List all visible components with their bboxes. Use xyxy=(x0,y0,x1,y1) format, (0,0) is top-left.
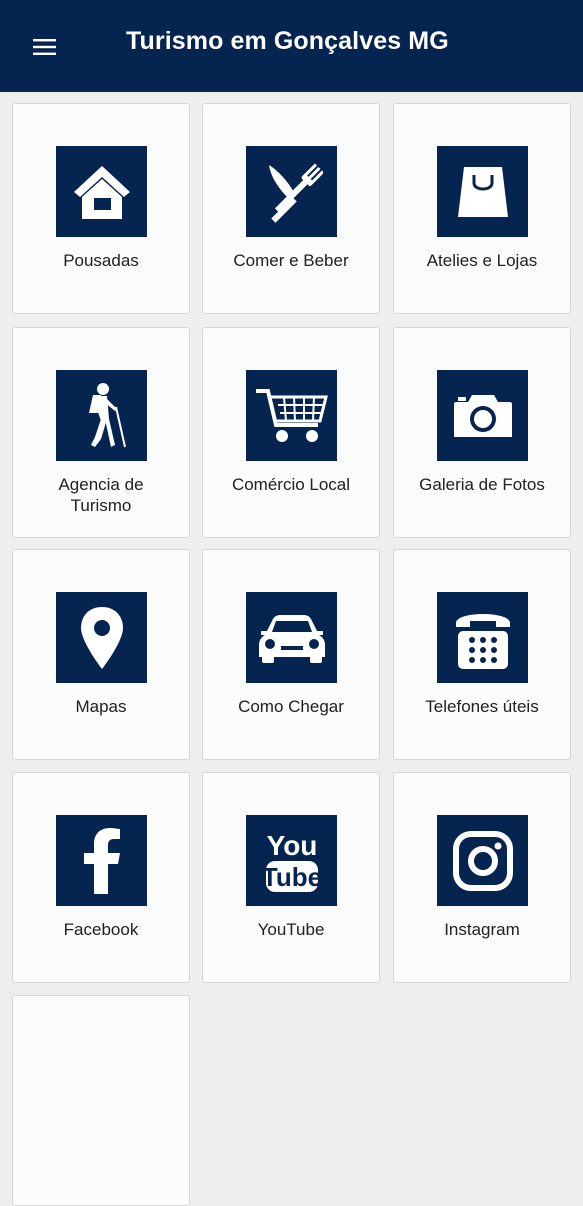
tile-comer-e-beber[interactable]: Comer e Beber xyxy=(202,103,380,314)
tile-icon-box xyxy=(246,592,337,683)
shopping-bag-icon xyxy=(457,166,508,217)
tile-icon-box xyxy=(56,370,147,461)
tile-icon-box xyxy=(437,146,528,237)
tile-label: Facebook xyxy=(63,920,139,939)
tile-label: Instagram xyxy=(444,920,520,939)
tile-label: YouTube xyxy=(257,920,325,939)
tile-atelies-e-lojas[interactable]: Atelies e Lojas xyxy=(393,103,571,314)
fork-knife-icon xyxy=(268,162,323,223)
menu-button[interactable] xyxy=(24,28,66,66)
car-icon xyxy=(258,614,325,663)
tile-label: Atelies e Lojas xyxy=(426,251,538,270)
shopping-cart-icon xyxy=(255,388,328,442)
tile-como-chegar[interactable]: Como Chegar xyxy=(202,549,380,760)
tile-comercio-local[interactable]: Comércio Local xyxy=(202,327,380,538)
app-title: Turismo em Gonçalves MG xyxy=(126,27,449,55)
tile-agencia-de-turismo[interactable]: Agencia de Turismo xyxy=(12,327,190,538)
tile-instagram[interactable]: Instagram xyxy=(393,772,571,983)
tile-label: Mapas xyxy=(75,697,127,716)
tile-label: Agencia de Turismo xyxy=(58,475,144,515)
tile-icon-box xyxy=(246,146,337,237)
tile-mapas[interactable]: Mapas xyxy=(12,549,190,760)
tile-icon-box xyxy=(437,592,528,683)
app-bar: Turismo em Gonçalves MG xyxy=(0,0,583,92)
tile-youtube[interactable]: You Tube YouTube xyxy=(202,772,380,983)
tile-label: Comer e Beber xyxy=(233,251,349,270)
tile-label: Pousadas xyxy=(63,251,139,270)
house-icon xyxy=(73,165,130,219)
youtube-icon: You Tube xyxy=(262,830,322,892)
tile-telefones-uteis[interactable]: Telefones úteis xyxy=(393,549,571,760)
instagram-icon xyxy=(452,830,513,891)
svg-text:You: You xyxy=(266,830,317,861)
camera-icon xyxy=(453,394,512,437)
hamburger-menu-icon xyxy=(33,39,56,55)
tile-icon-box: You Tube xyxy=(246,815,337,906)
tile-label: Comércio Local xyxy=(231,475,351,494)
tile-icon-box xyxy=(56,592,147,683)
hiker-icon xyxy=(88,382,126,447)
menu-grid: Pousadas Comer e Beber Atelies e Lojas A… xyxy=(0,92,583,1206)
tile-icon-box xyxy=(246,370,337,461)
map-pin-icon xyxy=(80,606,123,669)
telephone-icon xyxy=(455,613,510,669)
tile-label: Como Chegar xyxy=(238,697,344,716)
tile-icon-box xyxy=(437,815,528,906)
tile-icon-box xyxy=(56,146,147,237)
tile-pousadas[interactable]: Pousadas xyxy=(12,103,190,314)
svg-text:Tube: Tube xyxy=(262,862,322,892)
tile-icon-box xyxy=(56,815,147,906)
tile-partial[interactable] xyxy=(12,995,190,1206)
tile-facebook[interactable]: Facebook xyxy=(12,772,190,983)
tile-label: Galeria de Fotos xyxy=(419,475,545,494)
tile-galeria-de-fotos[interactable]: Galeria de Fotos xyxy=(393,327,571,538)
facebook-icon xyxy=(83,827,120,894)
tile-icon-box xyxy=(437,370,528,461)
tile-label: Telefones úteis xyxy=(425,697,539,716)
